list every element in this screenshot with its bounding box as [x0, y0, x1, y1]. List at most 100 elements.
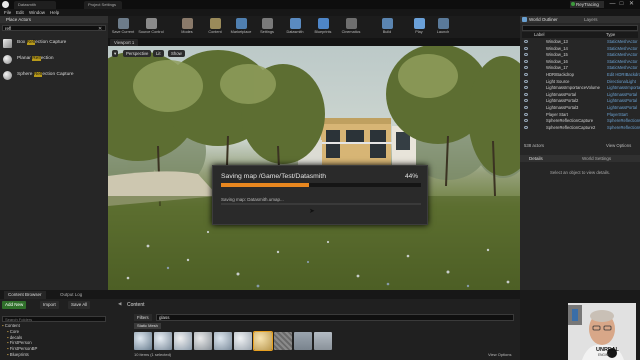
- minimize-icon[interactable]: —: [608, 1, 617, 8]
- asset-thumbnail[interactable]: [134, 332, 152, 350]
- tab-project-settings[interactable]: Project Settings: [84, 1, 122, 9]
- place-actors-search-input[interactable]: refl: [2, 25, 106, 31]
- asset-thumbnail[interactable]: [294, 332, 312, 350]
- cinematics-button[interactable]: Cinematics: [338, 17, 364, 37]
- outliner-row[interactable]: Window_16 StaticMeshActor: [523, 59, 638, 64]
- outliner-row[interactable]: LightmassImportanceVolume LightmassImport…: [523, 85, 640, 90]
- maximize-icon[interactable]: □: [617, 1, 626, 8]
- show-button[interactable]: Show: [168, 50, 185, 57]
- settings-button[interactable]: Settings: [254, 17, 280, 37]
- tab-world-settings[interactable]: World Settings: [582, 155, 611, 162]
- asset-thumbnail[interactable]: [234, 332, 252, 350]
- marketplace-button[interactable]: Marketplace: [228, 17, 254, 37]
- datasmith-button[interactable]: Datasmith: [282, 17, 308, 37]
- tab-datasmith[interactable]: Datasmith: [14, 1, 56, 9]
- folder-item[interactable]: ▪ Blueprints: [7, 352, 29, 357]
- search-folders-input[interactable]: Search Folders: [2, 316, 106, 322]
- visibility-eye-icon[interactable]: [524, 112, 528, 116]
- source-control-label: Source Control: [138, 30, 164, 34]
- visibility-eye-icon[interactable]: [524, 86, 528, 90]
- outliner-row[interactable]: Light Source DirectionalLight: [523, 79, 637, 84]
- close-icon[interactable]: ✕: [627, 1, 636, 8]
- blueprints-button[interactable]: Blueprints: [310, 17, 336, 37]
- tab-layers[interactable]: Layers: [584, 16, 598, 23]
- menu-file[interactable]: File: [4, 9, 11, 16]
- asset-thumbnail[interactable]: [214, 332, 232, 350]
- actor-item-sphere-reflection-capture[interactable]: Sphere Reflection Capture: [2, 67, 106, 83]
- folder-item[interactable]: ▪ decals: [7, 335, 22, 340]
- outliner-search-input[interactable]: [522, 25, 638, 31]
- clear-search-icon[interactable]: ✕: [98, 26, 102, 32]
- visibility-eye-icon[interactable]: [524, 40, 528, 43]
- visibility-eye-icon[interactable]: [524, 92, 528, 96]
- folder-item[interactable]: ▪ Content: [2, 323, 20, 328]
- outliner-row[interactable]: SphereReflectionCapture2 SphereReflection…: [523, 125, 640, 130]
- outliner-row[interactable]: LightmassPortal LightmassPortal: [523, 92, 637, 97]
- outliner-view-options-button[interactable]: View Options: [606, 143, 631, 148]
- menu-help[interactable]: Help: [50, 9, 59, 16]
- visibility-eye-icon[interactable]: [524, 53, 528, 57]
- import-button[interactable]: Import: [40, 301, 59, 309]
- visibility-eye-icon[interactable]: [524, 66, 528, 70]
- save-current-button[interactable]: Save Current: [110, 17, 136, 37]
- filters-button[interactable]: Filters: [134, 314, 152, 321]
- build-button[interactable]: Build: [374, 17, 400, 37]
- visibility-eye-icon[interactable]: [524, 46, 528, 50]
- menu-edit[interactable]: Edit: [16, 9, 24, 16]
- visibility-eye-icon[interactable]: [524, 73, 528, 76]
- actor-item-box-reflection-capture[interactable]: Box Reflection Capture: [2, 35, 106, 51]
- asset-thumbnail[interactable]: [314, 332, 332, 350]
- tab-world-outliner[interactable]: World Outliner: [529, 16, 558, 23]
- folder-item[interactable]: ▪ Core: [7, 329, 19, 334]
- asset-search-input[interactable]: glass: [156, 314, 514, 321]
- folder-item[interactable]: ▪ FirstPersonBP: [7, 346, 37, 351]
- asset-thumbnail[interactable]: [274, 332, 292, 350]
- visibility-eye-icon[interactable]: [524, 79, 528, 83]
- outliner-row[interactable]: Window_13 StaticMeshActor: [523, 39, 638, 44]
- outliner-row-type: StaticMeshActor: [607, 65, 638, 71]
- viewport-options-button[interactable]: ▾: [112, 50, 119, 57]
- outliner-label-header[interactable]: Label: [534, 32, 545, 38]
- outliner-type-header[interactable]: Type: [606, 32, 615, 38]
- asset-thumbnail[interactable]: [194, 332, 212, 350]
- outliner-row[interactable]: SphereReflectionCapture SphereReflectionC…: [523, 118, 640, 123]
- outliner-row[interactable]: Window_14 StaticMeshActor: [523, 45, 638, 51]
- outliner-row[interactable]: Window_15 StaticMeshActor: [523, 52, 638, 57]
- tab-details[interactable]: Details: [529, 155, 543, 162]
- launch-button[interactable]: Launch: [430, 17, 456, 37]
- content-button[interactable]: Content: [202, 17, 228, 37]
- project-badge[interactable]: ReyTracing: [570, 1, 604, 8]
- outliner-row[interactable]: HDRIBackdrop Edit HDRIBackdrop: [523, 72, 640, 77]
- source-control-button[interactable]: Source Control: [138, 17, 164, 37]
- visibility-eye-icon[interactable]: [524, 99, 528, 103]
- tab-place-actors[interactable]: Place Actors: [0, 16, 108, 23]
- visibility-eye-icon[interactable]: [524, 59, 528, 63]
- tab-output-log[interactable]: Output Log: [56, 291, 86, 299]
- visibility-eye-icon[interactable]: [524, 119, 528, 123]
- perspective-button[interactable]: Perspective: [123, 50, 152, 57]
- nav-back-icon[interactable]: ◀: [118, 301, 121, 307]
- outliner-row-type: StaticMeshActor: [607, 45, 638, 51]
- modes-button[interactable]: Modes: [174, 17, 200, 37]
- tab-viewport-1[interactable]: Viewport 1: [110, 39, 139, 46]
- add-new-button[interactable]: Add New: [2, 301, 27, 309]
- visibility-eye-icon[interactable]: [524, 106, 528, 109]
- visibility-eye-icon[interactable]: [524, 125, 528, 129]
- menu-window[interactable]: Window: [29, 9, 45, 16]
- lit-mode-button[interactable]: Lit: [153, 50, 164, 57]
- outliner-row[interactable]: LightmassPortal2 LightmassPortal: [523, 98, 637, 103]
- outliner-row[interactable]: LightmassPortal3 LightmassPortal: [523, 105, 637, 110]
- path-content[interactable]: Content: [127, 302, 145, 308]
- filter-chip-static-mesh[interactable]: Static Mesh: [134, 323, 161, 329]
- asset-thumbnail[interactable]: [154, 332, 172, 350]
- play-button[interactable]: Play: [406, 17, 432, 37]
- asset-thumbnail[interactable]: [253, 331, 273, 351]
- folder-item[interactable]: ▪ FirstPerson: [7, 340, 32, 345]
- asset-thumbnail[interactable]: [174, 332, 192, 350]
- save-all-button[interactable]: Save All: [68, 301, 91, 309]
- actor-item-planar-reflection[interactable]: Planar Reflection: [2, 51, 106, 67]
- tab-content-browser[interactable]: Content Browser: [4, 291, 46, 299]
- outliner-row[interactable]: Player Start PlayerStart: [523, 112, 637, 117]
- cb-view-options-button[interactable]: View Options: [488, 352, 512, 357]
- outliner-row[interactable]: Window_17 StaticMeshActor: [523, 65, 638, 71]
